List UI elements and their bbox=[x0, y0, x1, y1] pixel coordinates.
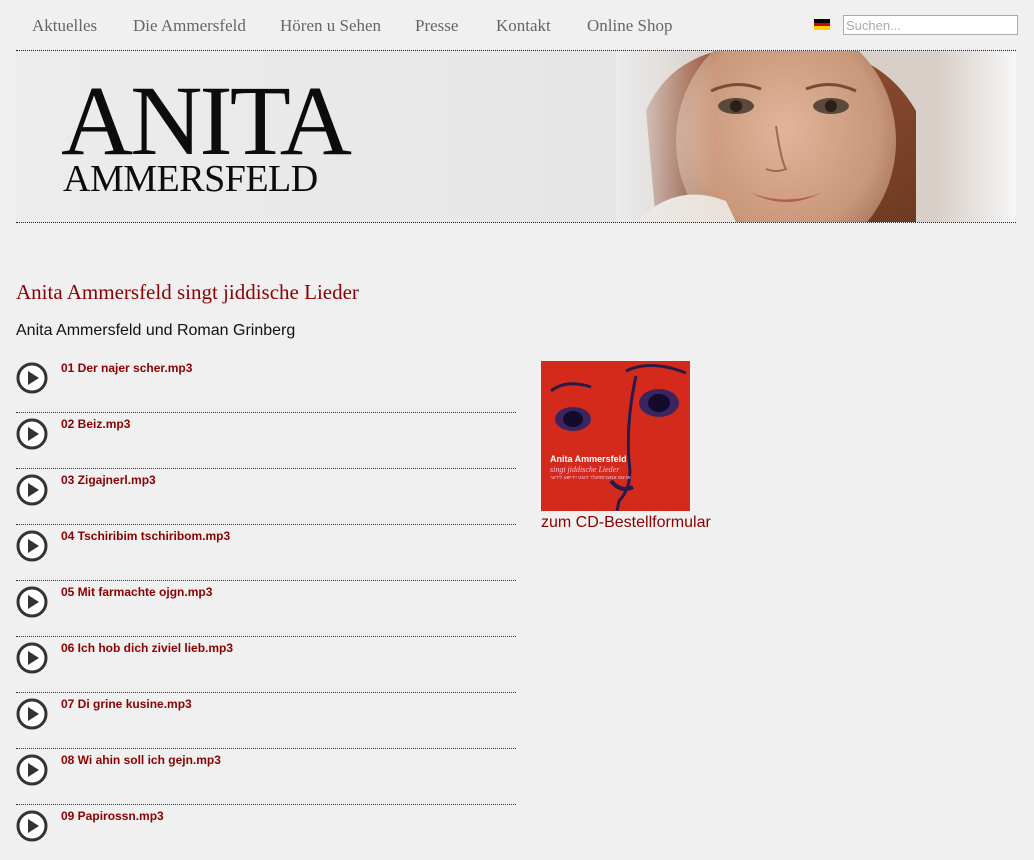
track-link[interactable]: 02 Beiz.mp3 bbox=[61, 417, 130, 431]
list-item: 09 Papirossn.mp3 bbox=[16, 805, 516, 860]
track-link[interactable]: 05 Mit farmachte ojgn.mp3 bbox=[61, 585, 212, 599]
play-circle-icon[interactable] bbox=[16, 362, 48, 394]
cd-cover-artist: Anita Ammersfeld bbox=[550, 454, 627, 464]
list-item: 01 Der najer scher.mp3 bbox=[16, 357, 516, 413]
nav-item-die-ammersfeld[interactable]: Die Ammersfeld bbox=[133, 16, 246, 36]
german-flag-icon[interactable] bbox=[814, 19, 830, 31]
portrait-image bbox=[616, 51, 1016, 222]
nav-item-presse[interactable]: Presse bbox=[415, 16, 458, 36]
logo-first-name: ANITA bbox=[61, 65, 352, 176]
search-input[interactable] bbox=[843, 15, 1018, 35]
nav-item-online-shop[interactable]: Online Shop bbox=[587, 16, 672, 36]
list-item: 08 Wi ahin soll ich gejn.mp3 bbox=[16, 749, 516, 805]
list-item: 05 Mit farmachte ojgn.mp3 bbox=[16, 581, 516, 637]
track-link[interactable]: 03 Zigajnerl.mp3 bbox=[61, 473, 156, 487]
nav-item-kontakt[interactable]: Kontakt bbox=[496, 16, 551, 36]
list-item: 07 Di grine kusine.mp3 bbox=[16, 693, 516, 749]
list-item: 02 Beiz.mp3 bbox=[16, 413, 516, 469]
logo-last-name: AMMERSFELD bbox=[63, 158, 318, 200]
cd-cover-title: singt jiddische Lieder bbox=[550, 465, 620, 474]
cd-cover-hebrew: אניטא אמערספעלד זינגט יידישע לידער bbox=[550, 475, 631, 481]
mp3-playlist: 01 Der najer scher.mp3 02 Beiz.mp3 03 Zi… bbox=[16, 357, 516, 860]
album-subtitle: Anita Ammersfeld und Roman Grinberg bbox=[16, 322, 296, 339]
play-circle-icon[interactable] bbox=[16, 754, 48, 786]
cd-face-illustration bbox=[541, 361, 690, 511]
nav-item-hoeren-u-sehen[interactable]: Hören u Sehen bbox=[280, 16, 381, 36]
portrait-illustration bbox=[616, 51, 1016, 222]
track-link[interactable]: 01 Der najer scher.mp3 bbox=[61, 361, 192, 375]
list-item: 04 Tschiribim tschiribom.mp3 bbox=[16, 525, 516, 581]
play-circle-icon[interactable] bbox=[16, 642, 48, 674]
play-circle-icon[interactable] bbox=[16, 418, 48, 450]
play-circle-icon[interactable] bbox=[16, 530, 48, 562]
play-circle-icon[interactable] bbox=[16, 474, 48, 506]
page-title: Anita Ammersfeld singt jiddische Lieder bbox=[16, 280, 359, 304]
list-item: 03 Zigajnerl.mp3 bbox=[16, 469, 516, 525]
header-banner: ANITA AMMERSFELD bbox=[16, 51, 1016, 223]
track-link[interactable]: 04 Tschiribim tschiribom.mp3 bbox=[61, 529, 230, 543]
track-link[interactable]: 08 Wi ahin soll ich gejn.mp3 bbox=[61, 753, 221, 767]
nav-item-aktuelles[interactable]: Aktuelles bbox=[32, 16, 97, 36]
list-item: 06 Ich hob dich ziviel lieb.mp3 bbox=[16, 637, 516, 693]
track-link[interactable]: 07 Di grine kusine.mp3 bbox=[61, 697, 192, 711]
track-link[interactable]: 06 Ich hob dich ziviel lieb.mp3 bbox=[61, 641, 233, 655]
cd-cover-image[interactable]: Anita Ammersfeld singt jiddische Lieder … bbox=[541, 361, 690, 511]
play-circle-icon[interactable] bbox=[16, 698, 48, 730]
top-navigation: Aktuelles Die Ammersfeld Hören u Sehen P… bbox=[16, 0, 1018, 51]
play-circle-icon[interactable] bbox=[16, 586, 48, 618]
cd-order-link[interactable]: zum CD-Bestellformular bbox=[541, 514, 711, 532]
play-circle-icon[interactable] bbox=[16, 810, 48, 842]
track-link[interactable]: 09 Papirossn.mp3 bbox=[61, 809, 164, 823]
